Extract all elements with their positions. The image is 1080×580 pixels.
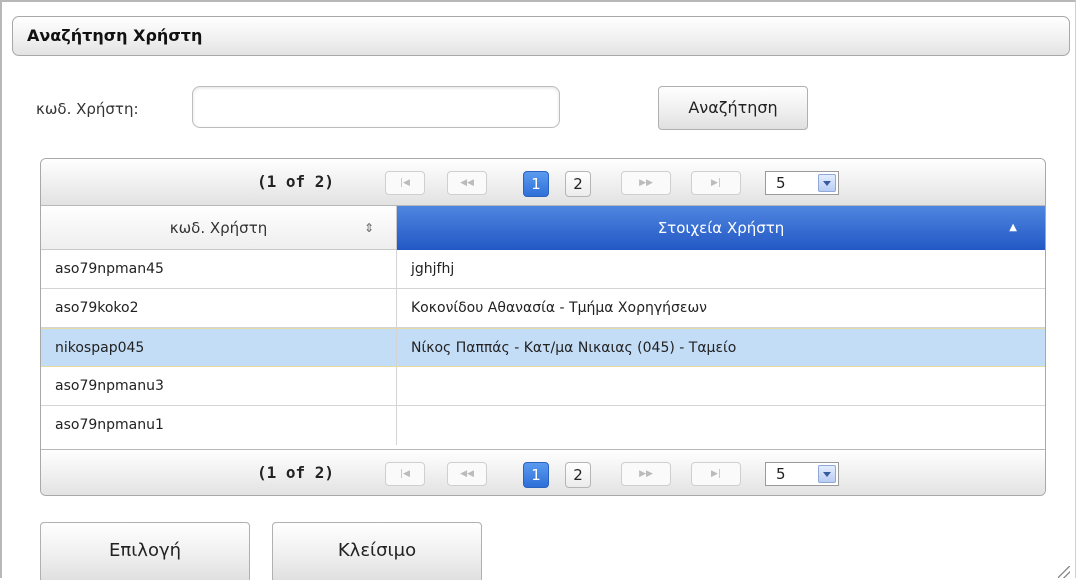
paginator-bottom: (1 of 2) |◀ ◀◀ 1 2 ▶▶ ▶| 5 <box>41 449 1045 495</box>
page-report: (1 of 2) <box>257 172 335 191</box>
last-page-icon[interactable]: ▶| <box>691 462 741 486</box>
next-page-icon[interactable]: ▶▶ <box>621 171 671 195</box>
rows-per-page-value: 5 <box>776 174 786 192</box>
cell-user-code: nikospap045 <box>41 329 397 366</box>
table-header: κωδ. Χρήστη ⇕ Στοιχεία Χρήστη ▲ <box>41 206 1045 250</box>
first-page-icon[interactable]: |◀ <box>385 171 425 195</box>
select-button[interactable]: Επιλογή <box>40 522 250 580</box>
last-page-icon[interactable]: ▶| <box>691 171 741 195</box>
cell-user-info <box>397 406 1045 445</box>
rows-per-page-value: 5 <box>776 465 786 483</box>
page-report: (1 of 2) <box>257 463 335 482</box>
page-2-button[interactable]: 2 <box>565 462 591 488</box>
table-row[interactable]: aso79npman45 jghjfhj <box>41 250 1045 289</box>
user-code-label: κωδ. Χρήστη: <box>36 100 139 118</box>
first-page-icon[interactable]: |◀ <box>385 462 425 486</box>
paginator-top: (1 of 2) |◀ ◀◀ 1 2 ▶▶ ▶| 5 <box>41 159 1045 206</box>
rows-per-page-select[interactable]: 5 <box>765 171 839 195</box>
previous-page-icon[interactable]: ◀◀ <box>447 171 487 195</box>
cell-user-code: aso79koko2 <box>41 289 397 327</box>
page-1-button[interactable]: 1 <box>523 462 549 488</box>
cell-user-info <box>397 367 1045 405</box>
cell-user-info: Νίκος Παππάς - Κατ/μα Νικαιας (045) - Τα… <box>411 340 737 356</box>
cell-user-info: Κοκονίδου Αθανασία - Τμήμα Χορηγήσεων <box>411 300 707 316</box>
chevron-down-icon[interactable] <box>818 465 836 483</box>
column-header-user-info[interactable]: Στοιχεία Χρήστη ▲ <box>397 206 1045 250</box>
cell-user-code: aso79npmanu3 <box>41 367 397 405</box>
column-header-user-info-label: Στοιχεία Χρήστη <box>657 219 785 237</box>
chevron-down-icon[interactable] <box>818 174 836 192</box>
table-row[interactable]: aso79npmanu1 <box>41 406 1045 445</box>
table-row-selected[interactable]: nikospap045 Νίκος Παππάς - Κατ/μα Νικαια… <box>41 328 1045 367</box>
column-header-user-code-label: κωδ. Χρήστη <box>169 219 268 237</box>
user-code-input[interactable] <box>192 86 560 128</box>
table-body: aso79npman45 jghjfhj aso79koko2 Κοκονίδο… <box>41 250 1045 445</box>
sort-ascending-icon[interactable]: ▲ <box>1009 206 1017 250</box>
page-1-button[interactable]: 1 <box>523 171 549 197</box>
table-row[interactable]: aso79koko2 Κοκονίδου Αθανασία - Τμήμα Χο… <box>41 289 1045 328</box>
resize-grip-icon[interactable] <box>1058 566 1070 578</box>
dialog-title: Αναζήτηση Χρήστη <box>12 16 1070 56</box>
cell-user-code: aso79npmanu1 <box>41 406 397 445</box>
rows-per-page-select[interactable]: 5 <box>765 462 839 486</box>
previous-page-icon[interactable]: ◀◀ <box>447 462 487 486</box>
search-button[interactable]: Αναζήτηση <box>658 86 808 130</box>
close-button[interactable]: Κλείσιμο <box>272 522 482 580</box>
cell-user-info: jghjfhj <box>411 261 455 277</box>
next-page-icon[interactable]: ▶▶ <box>621 462 671 486</box>
table-row[interactable]: aso79npmanu3 <box>41 367 1045 406</box>
cell-user-code: aso79npman45 <box>41 250 397 288</box>
users-table: (1 of 2) |◀ ◀◀ 1 2 ▶▶ ▶| 5 κωδ. Χρήστη ⇕… <box>40 158 1046 496</box>
page-2-button[interactable]: 2 <box>565 171 591 197</box>
column-header-user-code[interactable]: κωδ. Χρήστη ⇕ <box>41 206 397 250</box>
sort-updown-icon[interactable]: ⇕ <box>364 206 374 250</box>
